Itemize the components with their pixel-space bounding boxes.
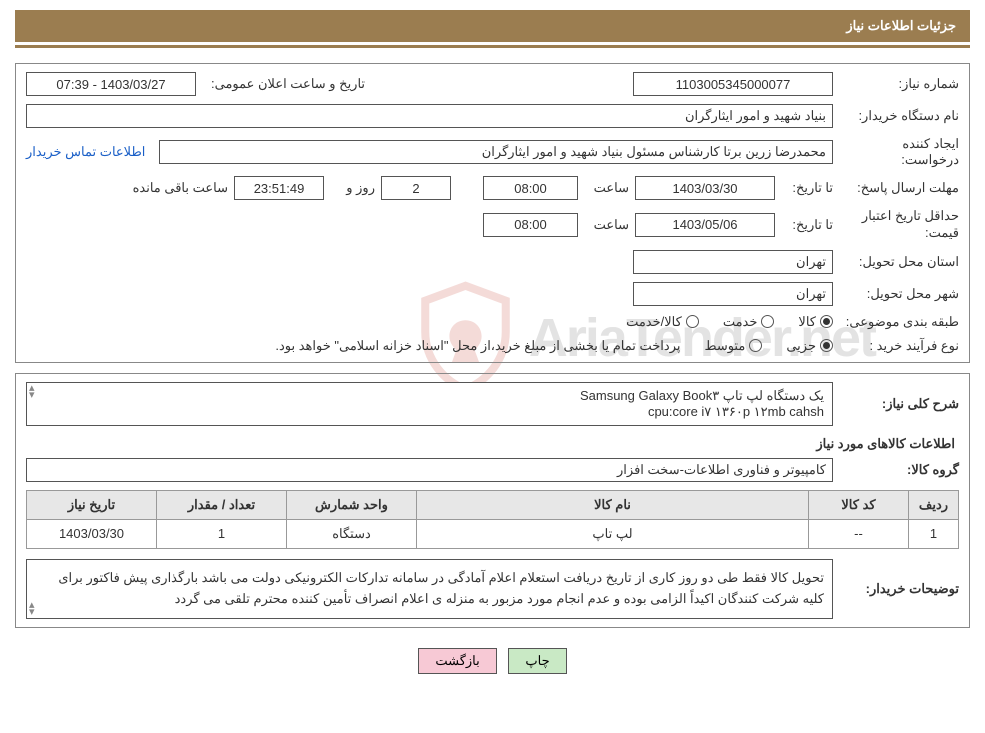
deadline-date: 1403/03/30 (635, 176, 775, 200)
time-label-2: ساعت (584, 217, 629, 233)
page-title-bar: جزئیات اطلاعات نیاز (15, 10, 970, 42)
th-qty: تعداد / مقدار (157, 490, 287, 519)
city-label: شهر محل تحویل: (839, 286, 959, 302)
radio-icon (749, 339, 762, 352)
org-label: نام دستگاه خریدار: (839, 108, 959, 124)
category-kala-khedmat[interactable]: کالا/خدمت (626, 314, 699, 330)
desc-label: شرح کلی نیاز: (839, 396, 959, 412)
process-partial[interactable]: جزیی (786, 338, 833, 354)
cell-unit: دستگاه (287, 519, 417, 548)
remaining-time: 23:51:49 (234, 176, 324, 200)
th-unit: واحد شمارش (287, 490, 417, 519)
desc-line2: cpu:core i۷ ۱۳۶۰p ۱۲mb cahsh (35, 404, 824, 420)
radio-icon (761, 315, 774, 328)
deadline-time: 08:00 (483, 176, 578, 200)
footer-buttons: چاپ بازگشت (15, 638, 970, 678)
deadline-label: مهلت ارسال پاسخ: (839, 180, 959, 196)
buyer-note-text: تحویل کالا فقط طی دو روز کاری از تاریخ د… (35, 568, 824, 610)
header-divider (15, 45, 970, 48)
details-panel: شماره نیاز: 1103005345000077 تاریخ و ساع… (15, 63, 970, 363)
until-prefix-1: تا تاریخ: (781, 180, 833, 196)
days-remaining: 2 (381, 176, 451, 200)
min-valid-time: 08:00 (483, 213, 578, 237)
process-medium[interactable]: متوسط (704, 338, 762, 354)
th-name: نام کالا (417, 490, 809, 519)
remaining-label: ساعت باقی مانده (130, 180, 228, 196)
items-section-title: اطلاعات کالاهای مورد نیاز (26, 436, 955, 452)
until-prefix-2: تا تاریخ: (781, 217, 833, 233)
province-label: استان محل تحویل: (839, 254, 959, 270)
requester-value: محمدرضا زرین برتا کارشناس مسئول بنیاد شه… (159, 140, 833, 164)
th-code: کد کالا (809, 490, 909, 519)
radio-icon (820, 315, 833, 328)
category-khedmat[interactable]: خدمت (723, 314, 775, 330)
cell-date: 1403/03/30 (27, 519, 157, 548)
announce-value: 1403/03/27 - 07:39 (26, 72, 196, 96)
buyer-note-textarea[interactable]: ▴▾ تحویل کالا فقط طی دو روز کاری از تاری… (26, 559, 833, 619)
desc-line1: یک دستگاه لپ تاپ Samsung Galaxy Book۳ (35, 388, 824, 404)
buyer-note-label: توضیحات خریدار: (839, 581, 959, 597)
category-label: طبقه بندی موضوعی: (839, 314, 959, 330)
cell-qty: 1 (157, 519, 287, 548)
cell-name: لپ تاپ (417, 519, 809, 548)
time-label-1: ساعت (584, 180, 629, 196)
resize-handle-icon[interactable]: ▴▾ (29, 385, 35, 399)
back-button[interactable]: بازگشت (418, 648, 496, 674)
province-value: تهران (633, 250, 833, 274)
resize-handle-icon[interactable]: ▴▾ (29, 602, 35, 616)
radio-icon (820, 339, 833, 352)
category-kala[interactable]: کالا (798, 314, 833, 330)
radio-icon (686, 315, 699, 328)
cell-row: 1 (909, 519, 959, 548)
contact-link[interactable]: اطلاعات تماس خریدار (26, 144, 145, 160)
page-title: جزئیات اطلاعات نیاز (846, 18, 956, 33)
table-header-row: ردیف کد کالا نام کالا واحد شمارش تعداد /… (27, 490, 959, 519)
min-valid-label: حداقل تاریخ اعتبار قیمت: (839, 208, 959, 242)
process-note: پرداخت تمام یا بخشی از مبلغ خرید،از محل … (275, 338, 680, 354)
cell-code: -- (809, 519, 909, 548)
table-row: 1 -- لپ تاپ دستگاه 1 1403/03/30 (27, 519, 959, 548)
group-label: گروه کالا: (839, 462, 959, 478)
items-table: ردیف کد کالا نام کالا واحد شمارش تعداد /… (26, 490, 959, 549)
min-valid-date: 1403/05/06 (635, 213, 775, 237)
days-label: روز و (330, 180, 375, 196)
need-number-label: شماره نیاز: (839, 76, 959, 92)
process-label: نوع فرآیند خرید : (839, 338, 959, 354)
announce-label: تاریخ و ساعت اعلان عمومی: (208, 76, 365, 92)
print-button[interactable]: چاپ (508, 648, 566, 674)
city-value: تهران (633, 282, 833, 306)
org-value: بنیاد شهید و امور ایثارگران (26, 104, 833, 128)
desc-textarea[interactable]: ▴▾ یک دستگاه لپ تاپ Samsung Galaxy Book۳… (26, 382, 833, 426)
th-date: تاریخ نیاز (27, 490, 157, 519)
requester-label: ایجاد کننده درخواست: (839, 136, 959, 168)
description-panel: شرح کلی نیاز: ▴▾ یک دستگاه لپ تاپ Samsun… (15, 373, 970, 628)
th-row: ردیف (909, 490, 959, 519)
group-value: کامپیوتر و فناوری اطلاعات-سخت افزار (26, 458, 833, 482)
need-number-value: 1103005345000077 (633, 72, 833, 96)
